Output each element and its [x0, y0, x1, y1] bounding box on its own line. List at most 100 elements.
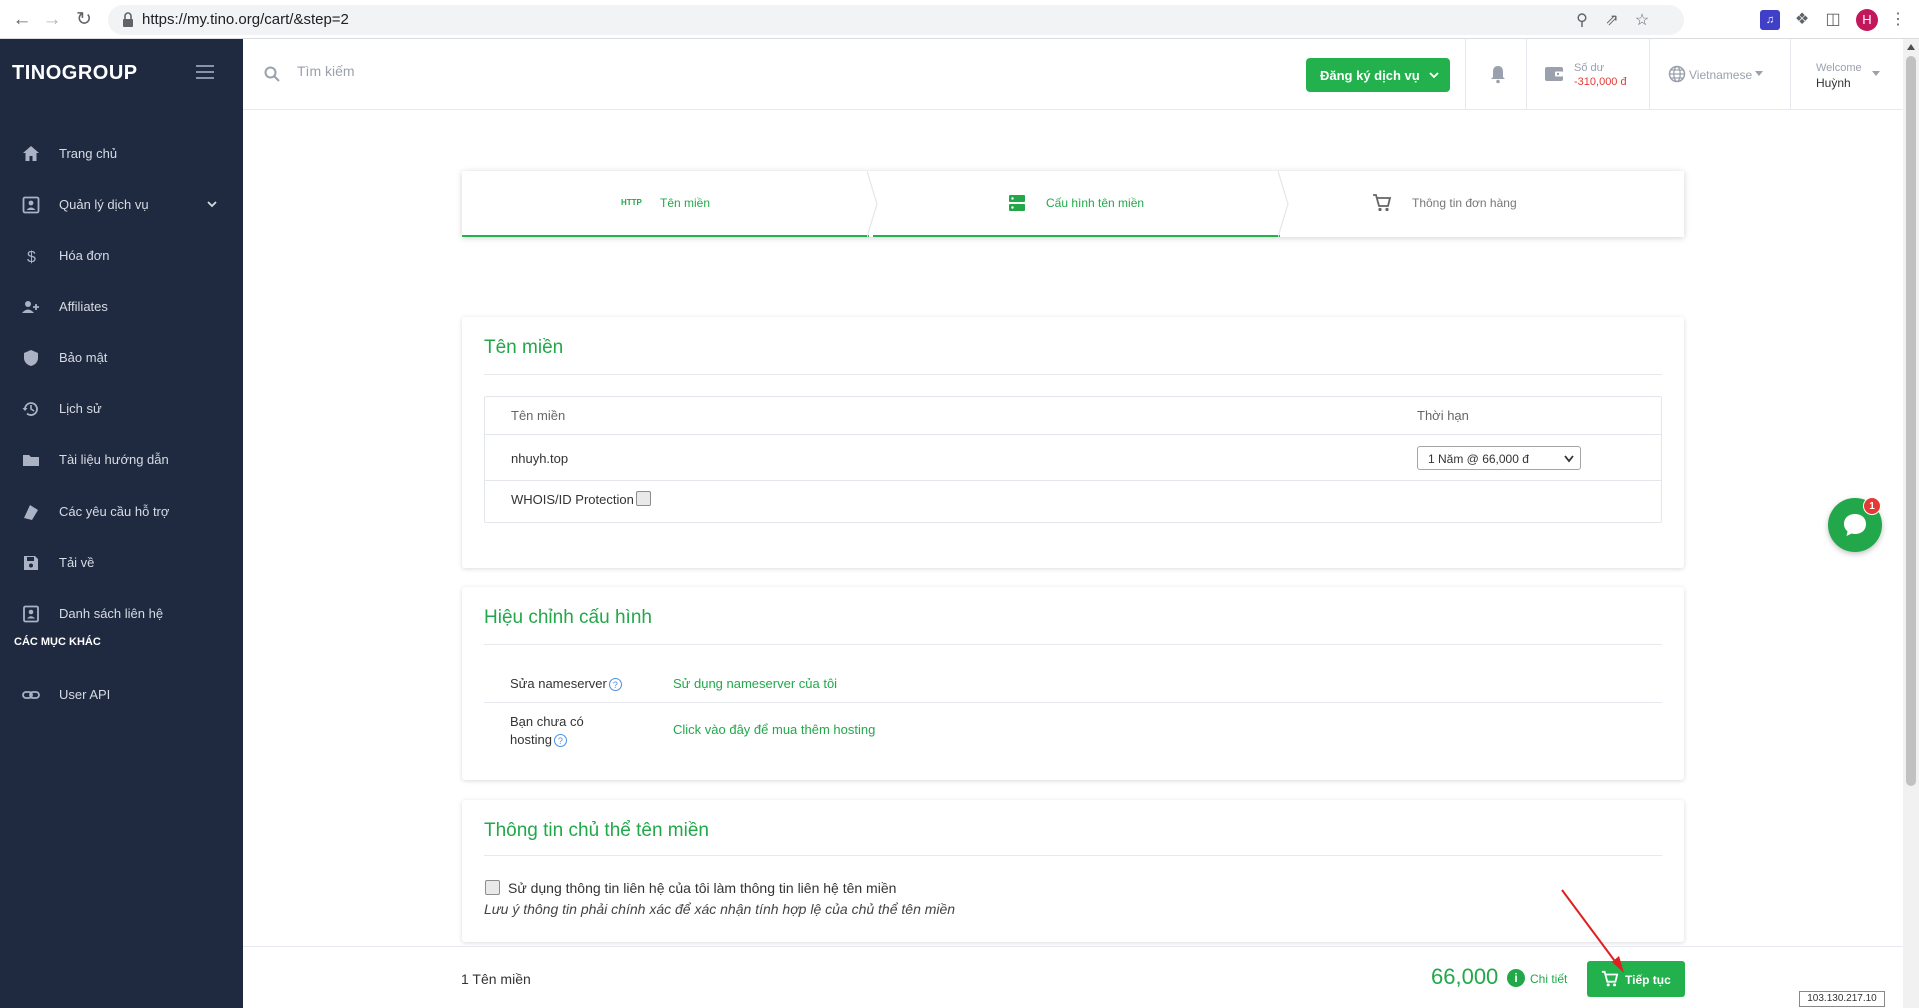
checkout-steps: HTTP Tên miền Cấu hình tên miền Thông ti…: [462, 171, 1684, 237]
ip-address: 103.130.217.10: [1799, 991, 1885, 1007]
register-service-label: Đăng ký dịch vụ: [1320, 68, 1420, 83]
sidebar-item-label: Các yêu cầu hỗ trợ: [59, 504, 170, 519]
card-title: Hiệu chỉnh cấu hình: [484, 607, 652, 628]
chevron-down-icon: [207, 201, 217, 208]
step-order-info[interactable]: Thông tin đơn hàng: [1284, 171, 1684, 237]
sidebar-item-services[interactable]: Quản lý dịch vụ: [0, 183, 243, 227]
forward-arrow-icon[interactable]: →: [40, 8, 64, 32]
account-box-icon: [22, 196, 40, 214]
bell-icon[interactable]: [1489, 64, 1507, 84]
globe-icon[interactable]: [1668, 65, 1686, 83]
bookmark-star-icon[interactable]: ☆: [1632, 11, 1652, 31]
step-progress-bar: [462, 235, 869, 237]
profile-avatar[interactable]: H: [1856, 9, 1878, 31]
sidebar-item-contacts[interactable]: Danh sách liên hệ: [0, 592, 243, 636]
sidebar-item-label: Affiliates: [59, 299, 108, 314]
search-input[interactable]: [297, 63, 697, 79]
help-icon[interactable]: ?: [553, 734, 567, 748]
chat-badge: 1: [1863, 497, 1881, 515]
config-card: Hiệu chỉnh cấu hình Sửa nameserver? Sử d…: [462, 587, 1684, 780]
dollar-icon: $: [27, 249, 36, 266]
welcome-label: Welcome: [1816, 62, 1862, 74]
step-label: Tên miền: [660, 196, 711, 210]
url-text[interactable]: https://my.tino.org/cart/&step=2: [142, 11, 349, 28]
address-bar[interactable]: https://my.tino.org/cart/&step=2 ⚲ ⇗ ☆: [108, 5, 1684, 35]
scrollbar-thumb[interactable]: [1906, 56, 1916, 786]
lock-icon: [123, 12, 133, 27]
sidebar-item-support[interactable]: Các yêu cầu hỗ trợ: [0, 490, 243, 534]
use-my-contact-checkbox[interactable]: [485, 880, 500, 895]
sidebar-item-affiliates[interactable]: Affiliates: [0, 285, 243, 329]
nameserver-label: Sửa nameserver?: [510, 675, 622, 693]
cart-summary-bar: 1 Tên miền 66,000 i Chi tiết Tiếp tục: [243, 946, 1903, 1008]
chat-icon: [1844, 514, 1866, 536]
divider: [1649, 39, 1650, 110]
sidebar-item-label: Lịch sử: [59, 401, 102, 416]
step-label: Thông tin đơn hàng: [1412, 196, 1517, 210]
step-domain[interactable]: HTTP Tên miền: [462, 171, 869, 237]
balance-value: -310,000 đ: [1574, 76, 1627, 88]
user-name[interactable]: Huỳnh: [1816, 76, 1851, 90]
whois-checkbox[interactable]: [636, 491, 651, 506]
info-icon[interactable]: i: [1507, 969, 1525, 987]
home-icon: [23, 146, 39, 161]
link-icon: [22, 691, 40, 699]
divider: [485, 434, 1661, 435]
help-icon[interactable]: ?: [608, 678, 622, 692]
top-header: Đăng ký dịch vụ Số dư -310,000 đ Vietnam…: [243, 39, 1903, 110]
owner-card: Thông tin chủ thể tên miền Sử dụng thông…: [462, 800, 1684, 942]
caret-down-icon[interactable]: [1871, 70, 1881, 78]
dns-icon: [1009, 195, 1025, 211]
logo[interactable]: TINOGROUP: [12, 62, 138, 85]
nameserver-link[interactable]: Sử dụng nameserver của tôi: [673, 676, 837, 691]
sidebar-item-history[interactable]: Lịch sử: [0, 387, 243, 431]
shield-icon: [24, 350, 38, 366]
step-progress-bar: [873, 235, 1280, 237]
period-select[interactable]: 1 Năm @ 66,000 đ: [1417, 446, 1581, 470]
back-arrow-icon[interactable]: ←: [10, 8, 34, 32]
sidebar-item-home[interactable]: Trang chủ: [0, 132, 243, 176]
cart-count: 1 Tên miền: [461, 971, 531, 987]
sidebar-item-label: User API: [59, 687, 111, 702]
domain-table: Tên miền Thời hạn nhuyh.top 1 Năm @ 66,0…: [484, 396, 1662, 523]
chevron-down-icon: [1429, 72, 1439, 79]
domain-name: nhuyh.top: [511, 451, 569, 466]
sidebar-item-label: Danh sách liên hệ: [59, 606, 164, 621]
sidebar-item-label: Trang chủ: [59, 146, 118, 161]
sidebar-item-downloads[interactable]: Tải về: [0, 541, 243, 585]
caret-down-icon: [1755, 71, 1763, 76]
hosting-label-line1: Bạn chưa có: [510, 714, 584, 729]
register-service-button[interactable]: Đăng ký dịch vụ: [1306, 58, 1450, 92]
sidebar-item-invoices[interactable]: $ Hóa đơn: [0, 234, 243, 278]
scroll-up-arrow-icon[interactable]: [1907, 44, 1915, 50]
share-icon[interactable]: ⇗: [1602, 11, 1622, 31]
wallet-icon: [1545, 67, 1563, 81]
language-selector[interactable]: Vietnamese: [1689, 68, 1752, 82]
sidebar-item-security[interactable]: Bảo mật: [0, 336, 243, 380]
puzzle-icon[interactable]: ❖: [1792, 10, 1812, 30]
history-icon: [22, 402, 38, 416]
hamburger-menu-icon[interactable]: [196, 65, 214, 79]
menu-dots-icon[interactable]: ⋮: [1888, 10, 1908, 30]
side-panel-icon[interactable]: ◫: [1823, 10, 1843, 30]
buy-hosting-link[interactable]: Click vào đây để mua thêm hosting: [673, 722, 875, 737]
reload-icon[interactable]: ↻: [72, 8, 96, 32]
column-header-period: Thời hạn: [1417, 408, 1469, 423]
use-my-contact-label[interactable]: Sử dụng thông tin liên hệ của tôi làm th…: [508, 880, 896, 896]
step-config[interactable]: Cấu hình tên miền: [873, 171, 1280, 237]
continue-label: Tiếp tục: [1625, 973, 1671, 987]
column-header-domain: Tên miền: [511, 408, 566, 423]
extension-icon[interactable]: ♫: [1760, 10, 1780, 30]
chevron-down-icon: [1564, 455, 1574, 463]
period-select-value: 1 Năm @ 66,000 đ: [1428, 452, 1529, 466]
zoom-icon[interactable]: ⚲: [1572, 11, 1592, 31]
sidebar-item-label: Tải về: [59, 555, 95, 570]
card-title: Thông tin chủ thể tên miền: [484, 820, 709, 841]
divider: [484, 374, 1662, 375]
sidebar-item-docs[interactable]: Tài liệu hướng dẫn: [0, 438, 243, 482]
support-icon: [24, 505, 38, 520]
card-title: Tên miền: [484, 337, 564, 358]
people-icon: [22, 301, 39, 313]
sidebar-item-user-api[interactable]: User API: [0, 673, 243, 717]
divider: [1790, 39, 1791, 110]
